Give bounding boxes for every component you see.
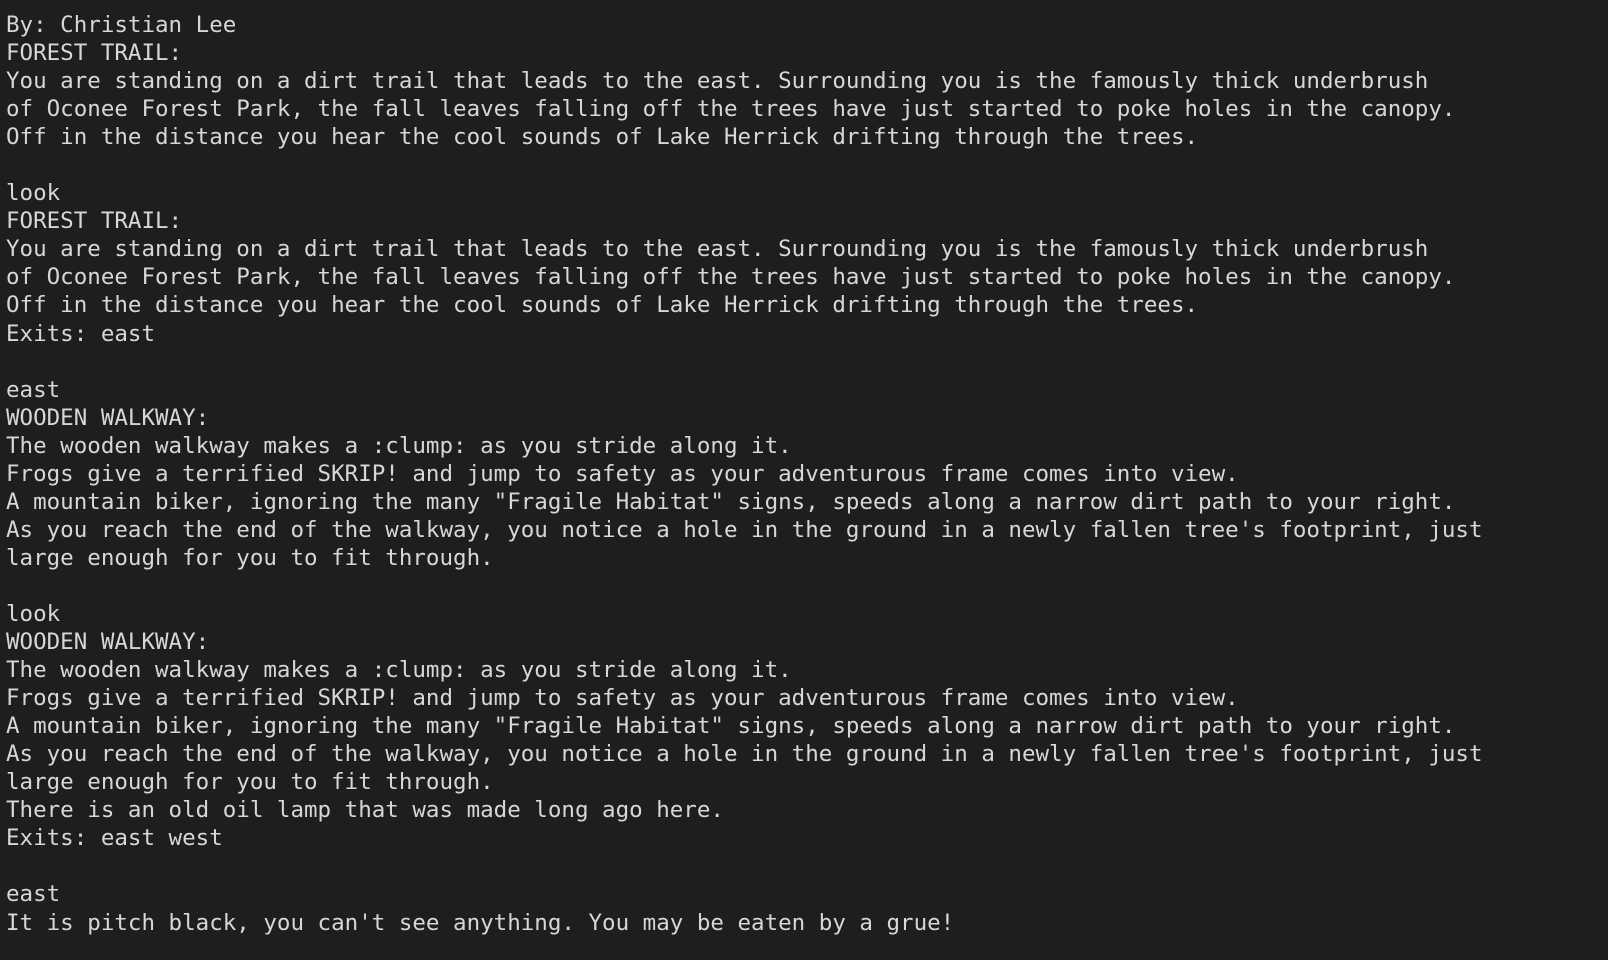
terminal-line: The wooden walkway makes a :clump: as yo… <box>6 432 792 459</box>
terminal-line: You are standing on a dirt trail that le… <box>6 236 1429 263</box>
terminal-line: The wooden walkway makes a :clump: as yo… <box>6 657 792 684</box>
terminal-line: As you reach the end of the walkway, you… <box>6 741 1483 768</box>
terminal-line: large enough for you to fit through. <box>6 769 494 796</box>
terminal-line: It is pitch black, you can't see anythin… <box>6 909 955 936</box>
terminal-line: Frogs give a terrified SKRIP! and jump t… <box>6 685 1239 712</box>
terminal-line: WOODEN WALKWAY: <box>6 404 210 431</box>
terminal-line: Exits: east west <box>6 825 223 852</box>
terminal-line: Off in the distance you hear the cool so… <box>6 124 1199 151</box>
terminal-line: Off in the distance you hear the cool so… <box>6 292 1199 319</box>
terminal-line: large enough for you to fit through. <box>6 544 494 571</box>
terminal-line: of Oconee Forest Park, the fall leaves f… <box>6 96 1456 123</box>
terminal-line: look <box>6 600 61 627</box>
terminal-line: FOREST TRAIL: <box>6 40 183 67</box>
terminal-line: A mountain biker, ignoring the many "Fra… <box>6 713 1456 740</box>
terminal-line: WOODEN WALKWAY: <box>6 629 210 656</box>
terminal-line: of Oconee Forest Park, the fall leaves f… <box>6 264 1456 291</box>
terminal-window[interactable]: By: Christian Lee FOREST TRAIL: You are st… <box>0 0 1608 960</box>
terminal-line: east <box>6 881 61 908</box>
terminal-line: A mountain biker, ignoring the many "Fra… <box>6 488 1456 515</box>
terminal-line: look <box>6 180 61 207</box>
terminal-line: Frogs give a terrified SKRIP! and jump t… <box>6 460 1239 487</box>
terminal-line: FOREST TRAIL: <box>6 208 183 235</box>
terminal-line: Exits: east <box>6 320 156 347</box>
terminal-line: east <box>6 376 61 403</box>
terminal-line: By: Christian Lee <box>6 12 237 38</box>
terminal-line: As you reach the end of the walkway, you… <box>6 516 1483 543</box>
terminal-line: There is an old oil lamp that was made l… <box>6 797 724 824</box>
terminal-line: You are standing on a dirt trail that le… <box>6 68 1429 95</box>
terminal-output: By: Christian Lee FOREST TRAIL: You are st… <box>6 11 1604 937</box>
